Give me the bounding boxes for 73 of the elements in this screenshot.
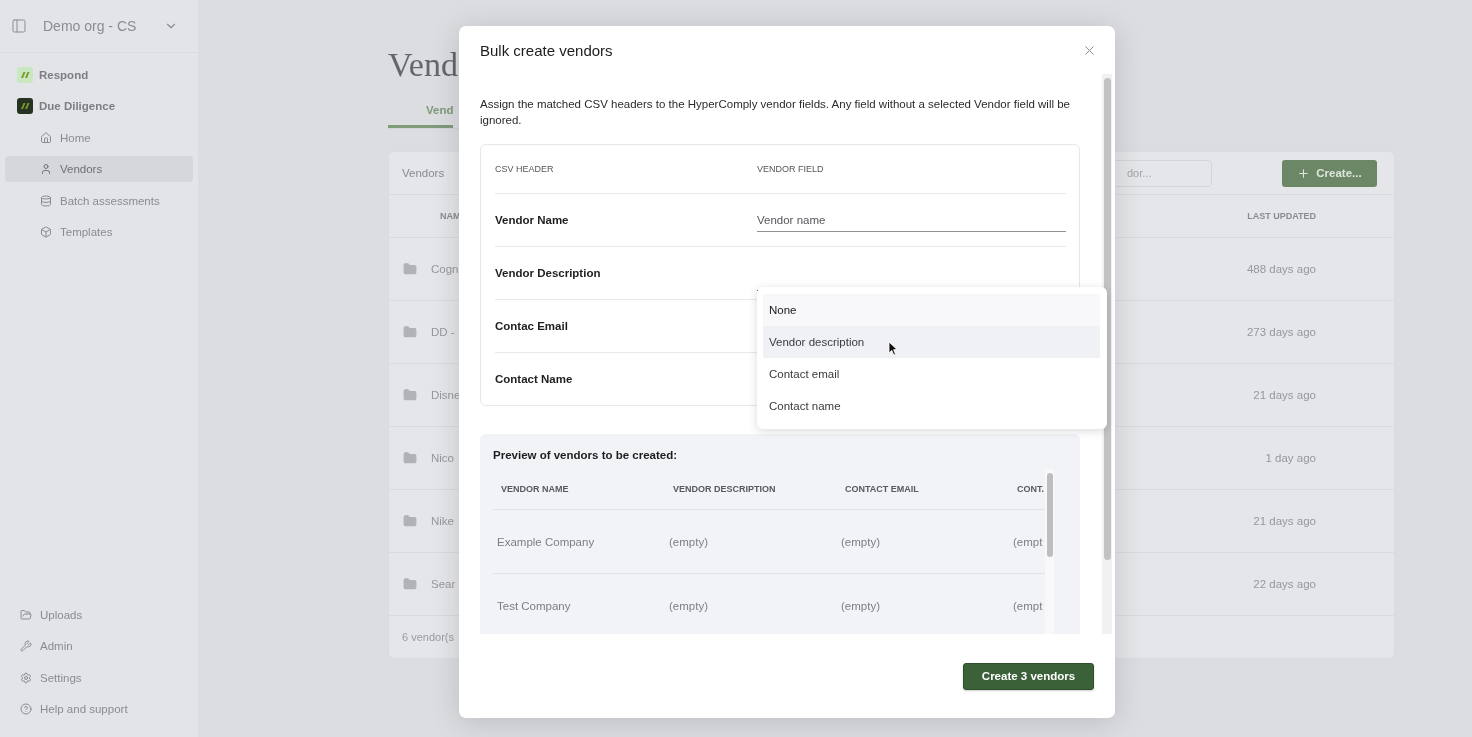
folder-icon (403, 388, 417, 402)
card-title: Vendors (402, 167, 445, 179)
table-cell: Cogn (431, 263, 459, 275)
create-vendors-button[interactable]: Create 3 vendors (963, 662, 1094, 690)
folder-icon (403, 577, 417, 591)
table-cell-text: (empt (1012, 599, 1044, 612)
folder-icon (403, 514, 417, 528)
table-cell: 488 days ago (1246, 263, 1316, 275)
preview-title: Preview of vendors to be created: (493, 449, 679, 461)
plus-icon (1297, 166, 1311, 180)
column-header: LAST UPDATED (1247, 211, 1316, 221)
dialog-title: Bulk create vendors (480, 41, 614, 59)
nav-icon (40, 163, 52, 176)
table-cell: 1 day ago (1265, 452, 1316, 464)
table-cell-text: (empt (1012, 535, 1044, 548)
product-link[interactable]: Due Diligence (39, 100, 116, 113)
sidebar-item[interactable]: Settings (5, 664, 193, 691)
nav-icon (20, 640, 32, 653)
table-cell: Nico (431, 452, 454, 464)
table-cell-text: Test Company (496, 599, 572, 612)
nav-icon (40, 194, 52, 207)
table-cell: 21 days ago (1253, 515, 1316, 527)
folder-icon (403, 451, 417, 465)
instructions-text: Assign the matched CSV headers to the HyperComply vendor fields. Any field without a selected Vendor field will be ignored. (480, 97, 1071, 128)
nav-icon (20, 703, 32, 716)
sidebar-item[interactable]: Uploads (5, 601, 193, 628)
table-cell: 273 days ago (1246, 326, 1316, 338)
table-cell-text: (empty) (668, 535, 709, 548)
sidebar-toggle-icon[interactable] (11, 18, 27, 34)
column-header: VENDOR FIELD (757, 164, 825, 174)
sidebar-item[interactable]: Admin (5, 633, 193, 660)
table-cell: Nike (431, 515, 454, 527)
org-name[interactable]: Demo org - CS (43, 18, 148, 34)
nav-icon (40, 131, 52, 144)
sidebar-item[interactable]: Vendors (5, 156, 193, 183)
sidebar-item[interactable]: Help and support (5, 696, 193, 723)
tab[interactable]: Vend (388, 104, 454, 128)
table-cell-text: Example Company (496, 535, 596, 548)
table-cell: Sear (431, 578, 456, 590)
csv-header-label: Contac Email (495, 320, 569, 332)
sidebar-item[interactable]: Batch assessments (5, 187, 193, 214)
table-cell-text: (empty) (668, 599, 709, 612)
table-cell: 22 days ago (1253, 578, 1316, 590)
product-link[interactable]: Respond (39, 68, 89, 81)
nav-icon (40, 226, 52, 239)
folder-icon (403, 262, 417, 276)
table-cell-text: (empty) (840, 599, 881, 612)
sidebar-item[interactable]: Templates (5, 219, 193, 246)
column-header: VENDOR DESCRIPTION (672, 484, 777, 494)
column-header: VENDOR NAME (500, 484, 570, 494)
table-cell: 21 days ago (1253, 389, 1316, 401)
csv-header-label: Vendor Description (495, 267, 602, 279)
column-header: CONTACT EMAIL (844, 484, 920, 494)
table-cell: Disne (431, 389, 461, 401)
sidebar-item[interactable]: Home (5, 124, 193, 151)
cursor-icon (888, 341, 898, 356)
column-header: CSV HEADER (495, 164, 555, 174)
dropdown-option[interactable]: None (763, 294, 1100, 326)
folder-icon (403, 325, 417, 339)
table-cell-text: (empty) (840, 535, 881, 548)
row-count: 6 vendor(s (402, 631, 454, 643)
nav-icon (20, 608, 32, 621)
table-cell: DD - (431, 326, 455, 338)
page-title: Vend (388, 46, 458, 85)
nav-icon (20, 671, 32, 684)
dropdown-option[interactable]: Contact name (763, 390, 1100, 422)
vendor-field-select[interactable]: Vendor name (757, 208, 1066, 232)
csv-header-label: Contact Name (495, 373, 574, 385)
dropdown-option[interactable]: Vendor description (763, 326, 1100, 358)
dropdown-option[interactable]: Contact email (763, 358, 1100, 390)
csv-header-label: Vendor Name (495, 214, 570, 226)
column-header: CONT. (1016, 484, 1045, 494)
create-button[interactable]: Create... (1282, 159, 1377, 187)
